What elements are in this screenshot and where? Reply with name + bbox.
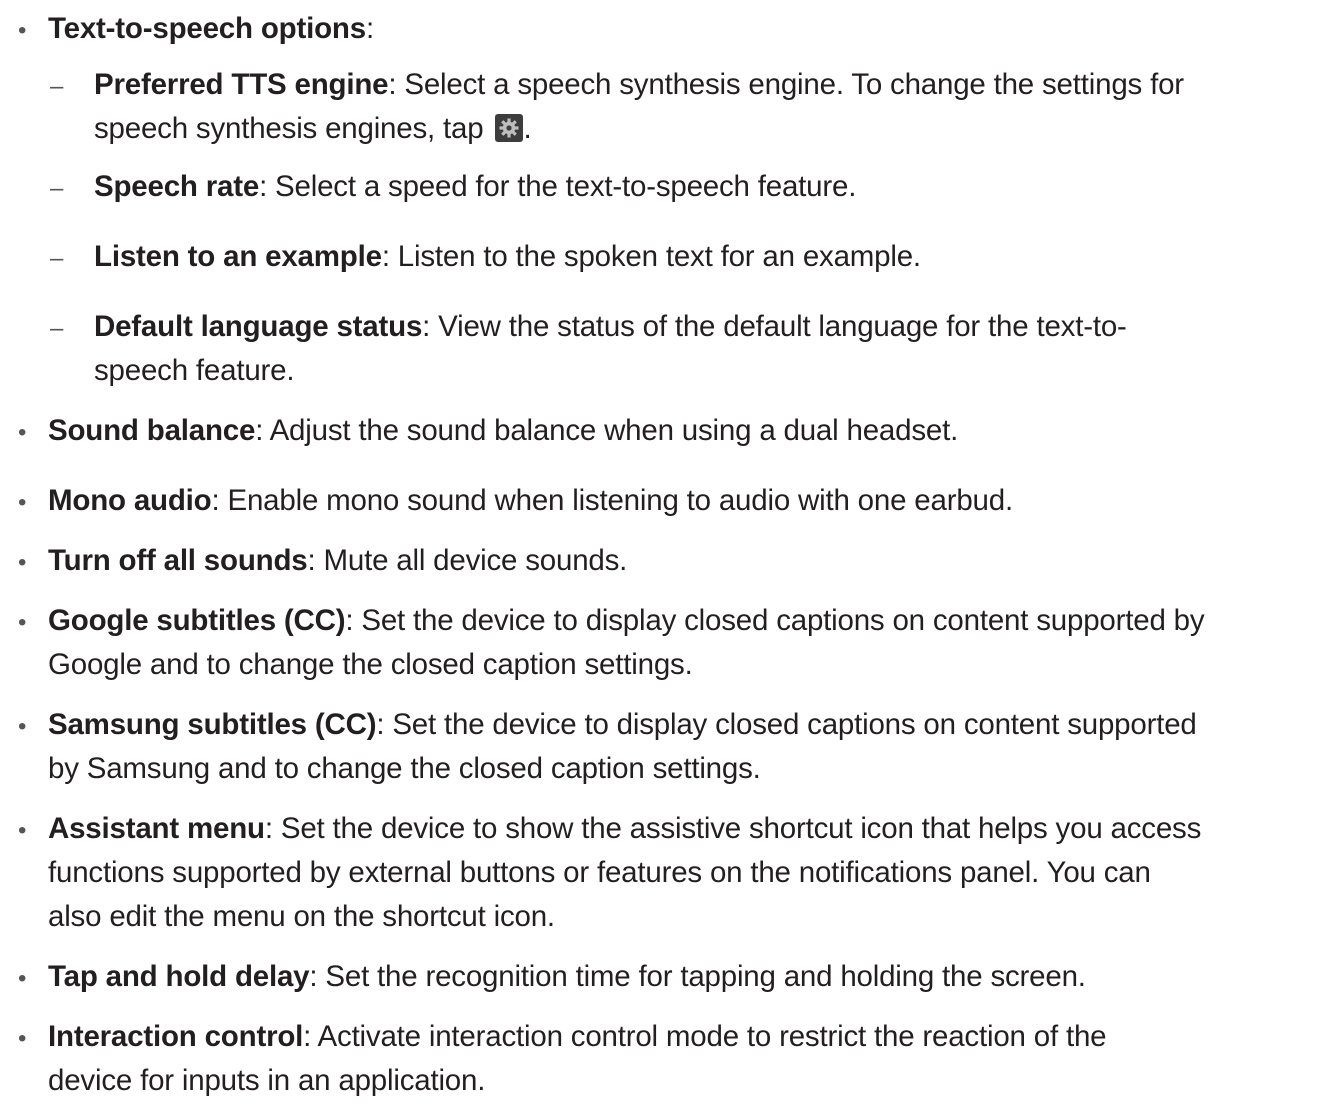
list-item-google-cc-cont: Google and to change the closed caption … (48, 643, 693, 687)
desc-tts: : (365, 12, 374, 45)
manual-page: • Text-to-speech options: – Preferred TT… (0, 0, 1332, 1108)
term-google-cc: Google subtitles (CC) (48, 604, 346, 637)
list-item-samsung-cc-cont: by Samsung and to change the closed capt… (48, 747, 761, 791)
desc-tap-hold: : Set the recognition time for tapping a… (309, 960, 1086, 993)
bullet: • (18, 1025, 27, 1052)
desc-samsung-cc-1: : Set the device to display closed capti… (376, 708, 1197, 741)
gear-icon (495, 114, 524, 142)
desc-listen: : Listen to the spoken text for an examp… (381, 240, 921, 273)
list-item-assistant: Assistant menu: Set the device to show t… (48, 807, 1201, 851)
list-item-sound-balance: Sound balance: Adjust the sound balance … (48, 409, 958, 453)
list-item-interaction-cont: device for inputs in an application. (48, 1059, 485, 1103)
desc-tts-engine-2: speech synthesis engines, tap (94, 112, 484, 145)
desc-sound-balance: : Adjust the sound balance when using a … (255, 414, 959, 447)
desc-speech-rate: : Select a speed for the text-to-speech … (259, 170, 857, 203)
list-item-assistant-cont: functions supported by external buttons … (48, 851, 1151, 895)
bullet: • (18, 549, 27, 576)
sub-item-tts-engine: Preferred TTS engine: Select a speech sy… (94, 63, 1184, 107)
list-item-tts: Text-to-speech options: (48, 7, 374, 51)
sub-item-default-lang: Default language status: View the status… (94, 305, 1127, 349)
term-mono-audio: Mono audio (48, 484, 212, 517)
desc-tts-engine-end: . (523, 112, 532, 145)
desc-interaction-2: device for inputs in an application. (48, 1064, 486, 1097)
term-sound-balance: Sound balance (48, 414, 256, 447)
desc-google-cc-2: Google and to change the closed caption … (48, 648, 693, 681)
desc-assistant-2: functions supported by external buttons … (48, 856, 1151, 889)
desc-default-lang-1: : View the status of the default languag… (422, 310, 1127, 343)
term-default-lang: Default language status (94, 310, 423, 343)
term-speech-rate: Speech rate (94, 170, 260, 203)
bullet: • (18, 489, 27, 516)
bullet: • (18, 609, 27, 636)
sub-item-speech-rate: Speech rate: Select a speed for the text… (94, 165, 856, 209)
bullet: • (18, 817, 27, 844)
term-tts-engine: Preferred TTS engine (94, 68, 389, 101)
term-turn-off: Turn off all sounds (48, 544, 308, 577)
desc-interaction-1: : Activate interaction control mode to r… (303, 1020, 1107, 1053)
dash: – (50, 245, 64, 272)
desc-assistant-3: also edit the menu on the shortcut icon. (48, 900, 555, 933)
term-tap-hold: Tap and hold delay (48, 960, 310, 993)
term-tts: Text-to-speech options (48, 12, 366, 45)
desc-tts-engine-1: : Select a speech synthesis engine. To c… (388, 68, 1184, 101)
bullet: • (18, 17, 27, 44)
list-item-turn-off: Turn off all sounds: Mute all device sou… (48, 539, 627, 583)
desc-default-lang-2: speech feature. (94, 354, 295, 387)
desc-google-cc-1: : Set the device to display closed capti… (345, 604, 1205, 637)
term-samsung-cc: Samsung subtitles (CC) (48, 708, 377, 741)
term-interaction: Interaction control (48, 1020, 304, 1053)
sub-item-default-lang-cont: speech feature. (94, 349, 295, 393)
term-listen: Listen to an example (94, 240, 382, 273)
desc-assistant-1: : Set the device to show the assistive s… (264, 812, 1202, 845)
list-item-interaction: Interaction control: Activate interactio… (48, 1015, 1107, 1059)
bullet: • (18, 965, 27, 992)
dash: – (50, 73, 64, 100)
desc-turn-off: : Mute all device sounds. (307, 544, 628, 577)
list-item-tap-hold: Tap and hold delay: Set the recognition … (48, 955, 1086, 999)
dash: – (50, 315, 64, 342)
list-item-google-cc: Google subtitles (CC): Set the device to… (48, 599, 1205, 643)
bullet: • (18, 419, 27, 446)
desc-samsung-cc-2: by Samsung and to change the closed capt… (48, 752, 761, 785)
sub-item-listen: Listen to an example: Listen to the spok… (94, 235, 921, 279)
bullet: • (18, 713, 27, 740)
list-item-samsung-cc: Samsung subtitles (CC): Set the device t… (48, 703, 1197, 747)
sub-item-tts-engine-cont: speech synthesis engines, tap . (94, 107, 532, 151)
list-item-assistant-cont2: also edit the menu on the shortcut icon. (48, 895, 555, 939)
dash: – (50, 175, 64, 202)
term-assistant: Assistant menu (48, 812, 265, 845)
desc-mono-audio: : Enable mono sound when listening to au… (211, 484, 1014, 517)
list-item-mono-audio: Mono audio: Enable mono sound when liste… (48, 479, 1013, 523)
